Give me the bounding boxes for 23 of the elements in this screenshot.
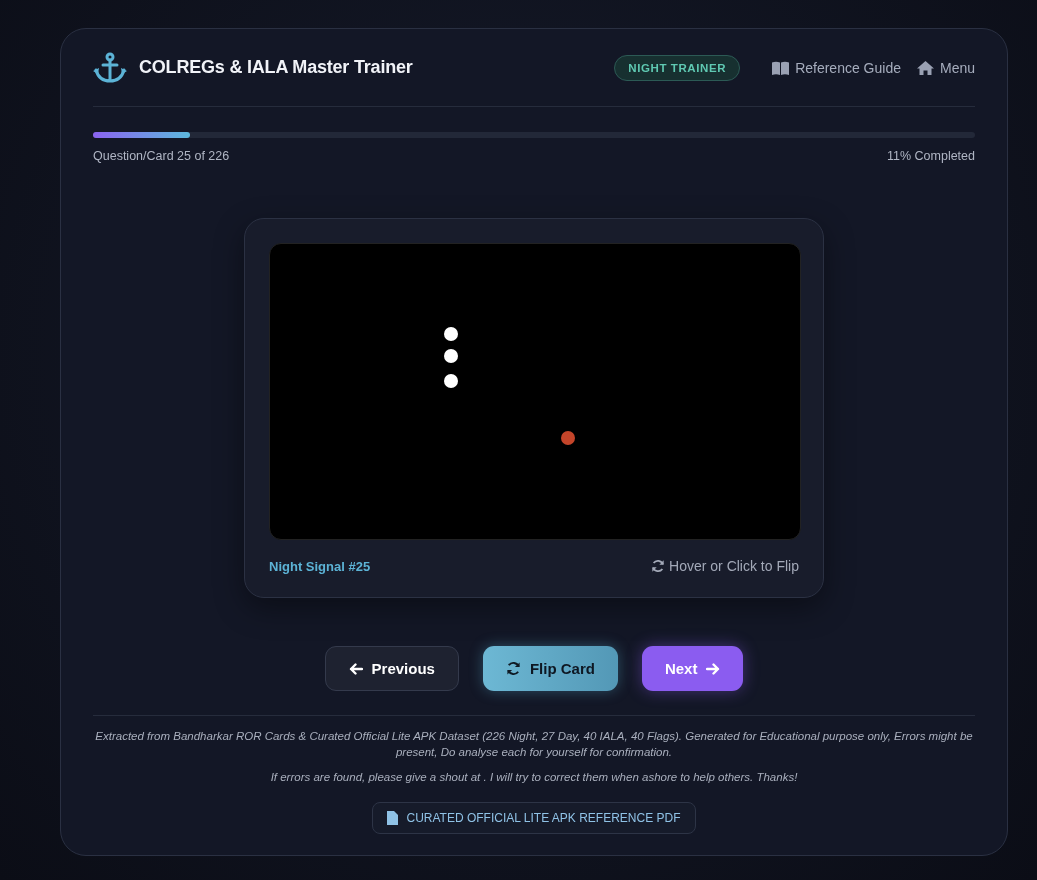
- arrow-right-icon: [706, 662, 721, 675]
- home-icon: [916, 60, 934, 75]
- book-icon: [772, 60, 790, 75]
- refresh-icon: [651, 559, 666, 573]
- card-caption: Night Signal #25: [269, 558, 371, 574]
- card-counter: Question/Card 25 of 226: [93, 149, 230, 163]
- app-title: COLREGs & IALA Master Trainer: [139, 57, 413, 78]
- flip-hint: Hover or Click to Flip: [669, 558, 799, 574]
- refresh-icon: [505, 661, 521, 676]
- next-button[interactable]: Next: [641, 646, 744, 691]
- pdf-file-icon: [387, 811, 399, 825]
- reference-guide-link[interactable]: Reference Guide: [772, 59, 901, 76]
- percent-completed: 11% Completed: [887, 149, 975, 163]
- footer-note: Extracted from Bandharkar ROR Cards & Curated Official Lite APK Dataset (226 Night, 27 Day, 40 IALA, 40 Flags). Generated for Educational purpose only, Errors might be present, Do analyse each for yourself for confirmation.: [94, 729, 974, 760]
- anchor-icon: [93, 51, 127, 84]
- flip-button[interactable]: Flip Card: [482, 646, 618, 691]
- previous-button[interactable]: Previous: [324, 646, 459, 691]
- mode-badge: NIGHT TRAINER: [614, 54, 741, 81]
- menu-link[interactable]: Menu: [916, 59, 975, 76]
- arrow-left-icon: [348, 662, 363, 675]
- pdf-link[interactable]: CURATED OFFICIAL LITE APK REFERENCE PDF: [372, 802, 696, 834]
- flashcard[interactable]: Night Signal #25 Hover or Click to Flip: [244, 218, 824, 598]
- footer-note: If errors are found, please give a shout at . I will try to correct them when ashore to help others. Thanks!: [270, 770, 798, 785]
